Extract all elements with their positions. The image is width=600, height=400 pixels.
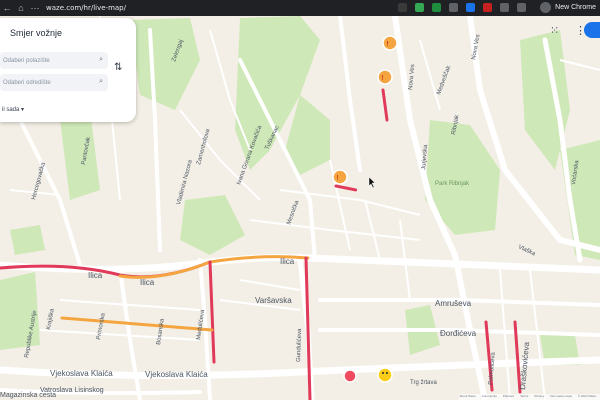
departure-label: il sada bbox=[2, 107, 20, 113]
wazer-pin-icon[interactable] bbox=[377, 367, 393, 383]
extension-icon[interactable] bbox=[414, 3, 424, 12]
svg-text:!: ! bbox=[336, 174, 339, 182]
svg-text:!: ! bbox=[381, 74, 384, 82]
footer-link[interactable]: About Waze bbox=[459, 394, 475, 400]
back-icon[interactable]: ← bbox=[0, 3, 14, 13]
profile-chip[interactable]: New Chrome bbox=[540, 2, 596, 13]
puzzle-icon[interactable] bbox=[499, 3, 509, 12]
profile-label: New Chrome bbox=[555, 4, 596, 11]
street-label: Amruševa bbox=[435, 299, 472, 308]
street-label: Vjekoslava Klaića bbox=[145, 370, 208, 379]
account-button[interactable] bbox=[584, 22, 600, 38]
footer-link: © 2024 Waze bbox=[577, 394, 596, 398]
home-icon[interactable]: ⌂ bbox=[14, 3, 28, 13]
search-icon[interactable]: ⌕ bbox=[99, 78, 103, 86]
alert-pin-icon[interactable]: ! bbox=[382, 35, 398, 51]
street-label: Ilica bbox=[280, 257, 295, 266]
footer-link[interactable]: Partners bbox=[503, 394, 514, 400]
footer-link[interactable]: Non-waze maps bbox=[550, 394, 572, 400]
extension-icon[interactable] bbox=[465, 3, 475, 12]
destination-placeholder: Odaberi odredište bbox=[3, 79, 51, 86]
footer-link[interactable]: Privacy bbox=[534, 394, 544, 400]
star-icon[interactable] bbox=[398, 3, 407, 12]
chevron-down-icon: ▾ bbox=[21, 107, 25, 113]
footer-link[interactable]: Community bbox=[482, 394, 497, 400]
extensions-row bbox=[395, 3, 529, 14]
footer-link[interactable]: Terms bbox=[520, 394, 528, 400]
street-label: Magazinska cesta bbox=[0, 392, 56, 399]
tab-icon[interactable] bbox=[516, 3, 526, 12]
origin-input[interactable]: Odaberi polazište ⌕ bbox=[0, 52, 108, 69]
street-label: Gundulićeva bbox=[296, 328, 303, 362]
search-icon[interactable]: ⌕ bbox=[99, 56, 103, 64]
panel-title: Smjer vožnje bbox=[10, 28, 63, 38]
park-label: Park Ribnjak bbox=[435, 181, 470, 187]
browser-toolbar: ← ⌂ ⋯ waze.com/hr/live-map/ New Chrome bbox=[0, 0, 600, 16]
street-label: Đorđićeva bbox=[440, 329, 477, 338]
destination-input[interactable]: Odaberi odredište ⌕ bbox=[0, 74, 108, 91]
street-label: Varšavska bbox=[255, 296, 292, 305]
extension-icon[interactable] bbox=[448, 3, 458, 12]
avatar bbox=[540, 2, 552, 13]
street-label: Ilica bbox=[140, 278, 155, 287]
directions-panel: Smjer vožnje Odaberi polazište ⌕ Odaberi… bbox=[0, 18, 136, 122]
police-pin-icon[interactable] bbox=[343, 369, 357, 383]
street-label: Ilica bbox=[88, 271, 103, 280]
alert-pin-icon[interactable]: ! bbox=[332, 169, 348, 185]
site-info-icon[interactable]: ⋯ bbox=[28, 3, 42, 14]
street-label: Trg žrtava bbox=[410, 380, 437, 386]
extension-icon[interactable] bbox=[431, 3, 441, 12]
map-footer: About Waze Community Partners Terms Priv… bbox=[459, 394, 600, 400]
extension-icon[interactable] bbox=[482, 3, 492, 12]
apps-grid-icon[interactable]: ⁙ bbox=[550, 24, 559, 37]
origin-placeholder: Odaberi polazište bbox=[3, 57, 50, 64]
departure-time-select[interactable]: il sada ▾ bbox=[2, 106, 24, 113]
svg-text:!: ! bbox=[386, 40, 389, 48]
address-bar[interactable]: waze.com/hr/live-map/ bbox=[46, 4, 126, 12]
swap-icon[interactable]: ⇅ bbox=[114, 62, 122, 73]
alert-pin-icon[interactable]: ! bbox=[377, 69, 393, 85]
street-label: Vjekoslava Klaića bbox=[50, 369, 113, 378]
